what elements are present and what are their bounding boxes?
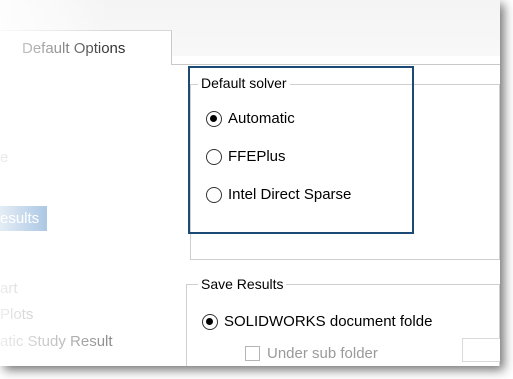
radio-solidworks-document-folder[interactable]: SOLIDWORKS document folde (202, 313, 432, 330)
radio-checked-icon[interactable] (202, 313, 218, 330)
tree-item-static-study-result[interactable]: atic Study Result (0, 333, 113, 350)
options-dialog: Default Options e esults art Plots atic … (0, 0, 500, 366)
tree-item-chart[interactable]: art (0, 280, 18, 297)
tree-item-plots[interactable]: Plots (0, 306, 33, 323)
save-results-legend: Save Results (198, 276, 287, 292)
tree-item-1[interactable]: e (0, 149, 8, 166)
checkbox-under-sub-folder[interactable]: Under sub folder (245, 345, 378, 362)
options-tree: e esults art Plots atic Study Result (0, 65, 179, 366)
tree-item-label: e (0, 149, 9, 166)
folder-name-input[interactable] (462, 338, 500, 362)
tree-item-label: atic Study Result (0, 333, 113, 350)
checkbox-label-under-sub-folder: Under sub folder (267, 345, 378, 362)
highlight-callout-box (188, 66, 414, 234)
tree-item-label: art (0, 280, 18, 297)
tree-item-label: Plots (0, 306, 34, 323)
radio-label-solidworks-folder: SOLIDWORKS document folde (224, 313, 433, 330)
tree-item-results[interactable]: esults (0, 206, 48, 231)
checkbox-unchecked-icon[interactable] (245, 346, 260, 361)
tab-label: Default Options (22, 39, 126, 57)
tree-item-label: esults (0, 210, 40, 227)
tab-default-options[interactable]: Default Options (0, 30, 172, 65)
